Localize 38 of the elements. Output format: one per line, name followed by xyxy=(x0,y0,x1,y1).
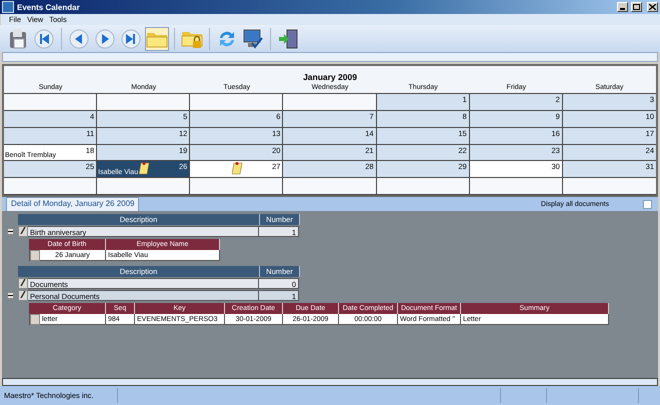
toolbar-button[interactable] xyxy=(241,26,265,50)
edit-button[interactable] xyxy=(18,226,28,236)
collapse-toggle[interactable] xyxy=(7,292,14,298)
exit-door-icon xyxy=(277,28,299,50)
toolbar-button[interactable] xyxy=(32,26,56,50)
minimize-button[interactable] xyxy=(617,2,628,12)
calendar-day[interactable] xyxy=(4,94,98,111)
previous-icon xyxy=(68,28,90,50)
next-icon xyxy=(94,28,116,50)
maximize-icon xyxy=(633,4,640,10)
toolbar-button[interactable] xyxy=(276,26,300,50)
app-icon xyxy=(2,1,14,13)
calendar-day[interactable] xyxy=(283,178,377,195)
calendar-day[interactable] xyxy=(470,178,563,195)
month-title: January 2009 xyxy=(302,71,358,84)
calendar-day[interactable] xyxy=(97,94,190,111)
calendar-day[interactable] xyxy=(190,178,284,195)
window-title: Events Calendar xyxy=(17,2,81,12)
calendar-day[interactable] xyxy=(562,178,656,195)
edit-button[interactable] xyxy=(18,290,28,300)
collapse-toggle[interactable] xyxy=(7,228,14,234)
maximize-button[interactable] xyxy=(631,2,642,12)
calendar-day[interactable] xyxy=(4,178,98,195)
toolbar-button[interactable] xyxy=(119,26,143,50)
toolbar-button[interactable] xyxy=(67,26,91,50)
skip-back-icon xyxy=(33,28,55,50)
calendar-day[interactable] xyxy=(283,94,377,111)
toolbar-button[interactable] xyxy=(93,26,117,50)
close-button[interactable] xyxy=(647,2,658,12)
close-icon xyxy=(649,4,656,10)
calendar-day[interactable] xyxy=(190,94,284,111)
edit-button[interactable] xyxy=(18,278,28,288)
display-all-checkbox[interactable] xyxy=(643,200,652,209)
skip-forward-icon xyxy=(120,28,142,50)
calendar-day[interactable] xyxy=(97,178,190,195)
monitor-check-icon xyxy=(242,28,264,50)
calendar-day[interactable] xyxy=(376,178,470,195)
detail-tab[interactable]: Detail of Monday, January 26 2009 xyxy=(6,197,140,211)
